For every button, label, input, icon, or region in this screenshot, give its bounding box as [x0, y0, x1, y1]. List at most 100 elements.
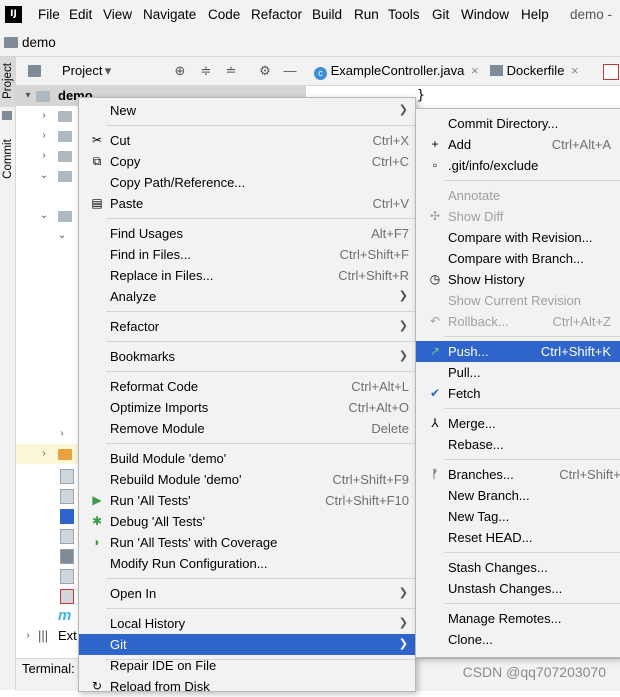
- menu-item-git[interactable]: Git ❯: [79, 634, 415, 655]
- git-item-show-history[interactable]: ◷ Show History: [416, 269, 620, 290]
- locate-crosshair-icon[interactable]: ⊕: [172, 63, 188, 79]
- git-item-fetch[interactable]: ✔ Fetch: [416, 383, 620, 404]
- menu-item-local-history[interactable]: Local History ❯: [79, 613, 415, 634]
- menu-item-refactor[interactable]: Refactor ❯: [79, 316, 415, 337]
- menu-item-analyze[interactable]: Analyze ❯: [79, 286, 415, 307]
- tree-chevron-icon[interactable]: ›: [38, 126, 50, 146]
- tree-row[interactable]: [16, 526, 86, 546]
- collapse-all-icon[interactable]: ≐: [223, 63, 239, 79]
- tree-row[interactable]: [16, 546, 86, 566]
- tree-row[interactable]: ›: [16, 424, 86, 444]
- git-item-rollback[interactable]: ↶ Rollback... Ctrl+Alt+Z: [416, 311, 620, 332]
- tool-tab-commit[interactable]: Commit: [0, 129, 15, 193]
- tree-chevron-icon[interactable]: ›: [38, 106, 50, 126]
- tree-chevron-icon[interactable]: ⌄: [56, 226, 68, 246]
- tree-chevron-icon[interactable]: ⌄: [38, 166, 50, 186]
- tree-row[interactable]: ›: [16, 146, 86, 166]
- tree-row[interactable]: [16, 486, 86, 506]
- menu-window[interactable]: Window: [461, 0, 509, 30]
- menu-item-replace-in-files[interactable]: Replace in Files... Ctrl+Shift+R: [79, 265, 415, 286]
- git-item-unstash-changes[interactable]: Unstash Changes...: [416, 578, 620, 599]
- tree-chevron-icon[interactable]: ›: [22, 626, 34, 646]
- git-item-commit-directory[interactable]: Commit Directory...: [416, 113, 620, 134]
- menu-run[interactable]: Run: [354, 0, 379, 30]
- tree-chevron-icon[interactable]: ›: [56, 424, 68, 444]
- tree-row[interactable]: ⌄: [16, 206, 86, 226]
- tree-row[interactable]: [16, 506, 86, 526]
- git-item-reset-head[interactable]: Reset HEAD...: [416, 527, 620, 548]
- tree-row[interactable]: ⌄: [16, 166, 86, 186]
- menu-item-run-with-coverage[interactable]: ◗ Run 'All Tests' with Coverage: [79, 532, 415, 553]
- chevron-down-icon[interactable]: ▾: [100, 63, 116, 79]
- tree-row[interactable]: ⌄: [16, 226, 86, 246]
- project-view-title[interactable]: Project: [62, 57, 102, 85]
- git-item-new-tag[interactable]: New Tag...: [416, 506, 620, 527]
- expand-all-icon[interactable]: ≑: [198, 63, 214, 79]
- menu-item-new[interactable]: New ❯: [79, 100, 415, 121]
- git-item-branches[interactable]: ᚠ Branches... Ctrl+Shift+`: [416, 464, 620, 485]
- menu-item-copy[interactable]: ⧉ Copy Ctrl+C: [79, 151, 415, 172]
- tree-row-external-libraries[interactable]: › ||| Ext: [16, 626, 86, 646]
- menu-edit[interactable]: Edit: [69, 0, 92, 30]
- close-icon[interactable]: ×: [471, 63, 479, 78]
- git-item-exclude[interactable]: ▫ .git/info/exclude: [416, 155, 620, 176]
- git-item-merge[interactable]: ⅄ Merge...: [416, 413, 620, 434]
- menu-tools[interactable]: Tools: [388, 0, 420, 30]
- menu-item-remove-module[interactable]: Remove Module Delete: [79, 418, 415, 439]
- git-item-rebase[interactable]: Rebase...: [416, 434, 620, 455]
- menu-item-find-usages[interactable]: Find Usages Alt+F7: [79, 223, 415, 244]
- menu-item-paste[interactable]: ▤ Paste Ctrl+V: [79, 193, 415, 214]
- git-item-compare-revision[interactable]: Compare with Revision...: [416, 227, 620, 248]
- menu-code[interactable]: Code: [208, 0, 240, 30]
- tree-row[interactable]: ›: [16, 126, 86, 146]
- menu-item-copy-path[interactable]: Copy Path/Reference...: [79, 172, 415, 193]
- tree-row-highlighted[interactable]: ›: [16, 444, 86, 464]
- menu-item-reformat-code[interactable]: Reformat Code Ctrl+Alt+L: [79, 376, 415, 397]
- git-item-clone[interactable]: Clone...: [416, 629, 620, 650]
- menu-item-open-in[interactable]: Open In ❯: [79, 583, 415, 604]
- git-item-manage-remotes[interactable]: Manage Remotes...: [416, 608, 620, 629]
- git-item-stash-changes[interactable]: Stash Changes...: [416, 557, 620, 578]
- tree-row[interactable]: m: [16, 606, 86, 626]
- git-item-push[interactable]: ↗ Push... Ctrl+Shift+K: [416, 341, 620, 362]
- menu-help[interactable]: Help: [521, 0, 549, 30]
- menu-refactor[interactable]: Refactor: [251, 0, 302, 30]
- menu-build[interactable]: Build: [312, 0, 342, 30]
- menu-item-optimize-imports[interactable]: Optimize Imports Ctrl+Alt+O: [79, 397, 415, 418]
- menu-git[interactable]: Git: [432, 0, 449, 30]
- tree-chevron-icon[interactable]: ›: [38, 444, 50, 464]
- menu-item-modify-run-config[interactable]: Modify Run Configuration...: [79, 553, 415, 574]
- tree-row[interactable]: ›: [16, 106, 86, 126]
- breadcrumb-project[interactable]: demo: [22, 30, 56, 56]
- close-icon[interactable]: ×: [571, 63, 579, 78]
- terminal-tab[interactable]: Terminal:: [22, 661, 75, 676]
- gear-icon[interactable]: ⚙: [257, 63, 273, 79]
- git-item-show-current-revision[interactable]: Show Current Revision: [416, 290, 620, 311]
- menu-navigate[interactable]: Navigate: [143, 0, 196, 30]
- menu-item-debug-all-tests[interactable]: ✱ Debug 'All Tests': [79, 511, 415, 532]
- tab-example-controller[interactable]: c ExampleController.java ×: [314, 57, 479, 85]
- git-item-pull[interactable]: Pull...: [416, 362, 620, 383]
- menu-item-find-in-files[interactable]: Find in Files... Ctrl+Shift+F: [79, 244, 415, 265]
- menu-item-bookmarks[interactable]: Bookmarks ❯: [79, 346, 415, 367]
- menu-item-repair-ide[interactable]: Repair IDE on File: [79, 655, 415, 676]
- tab-dockerfile[interactable]: Dockerfile ×: [490, 57, 579, 85]
- git-item-compare-branch[interactable]: Compare with Branch...: [416, 248, 620, 269]
- git-item-annotate[interactable]: Annotate: [416, 185, 620, 206]
- tree-row[interactable]: [16, 586, 86, 606]
- tree-row[interactable]: [16, 466, 86, 486]
- minimize-icon[interactable]: —: [282, 63, 298, 79]
- git-item-show-diff[interactable]: ✣ Show Diff: [416, 206, 620, 227]
- tool-tab-project[interactable]: Project: [0, 57, 15, 107]
- menu-item-reload-from-disk[interactable]: ↻ Reload from Disk: [79, 676, 415, 697]
- menu-file[interactable]: File: [38, 0, 60, 30]
- git-item-new-branch[interactable]: New Branch...: [416, 485, 620, 506]
- menu-view[interactable]: View: [103, 0, 132, 30]
- menu-item-cut[interactable]: ✂ Cut Ctrl+X: [79, 130, 415, 151]
- git-item-add[interactable]: + Add Ctrl+Alt+A: [416, 134, 620, 155]
- menu-item-rebuild-module[interactable]: Rebuild Module 'demo' Ctrl+Shift+F9: [79, 469, 415, 490]
- menu-item-build-module[interactable]: Build Module 'demo': [79, 448, 415, 469]
- tree-chevron-icon[interactable]: ⌄: [38, 206, 50, 226]
- tree-row[interactable]: [16, 566, 86, 586]
- tree-chevron-icon[interactable]: ›: [38, 146, 50, 166]
